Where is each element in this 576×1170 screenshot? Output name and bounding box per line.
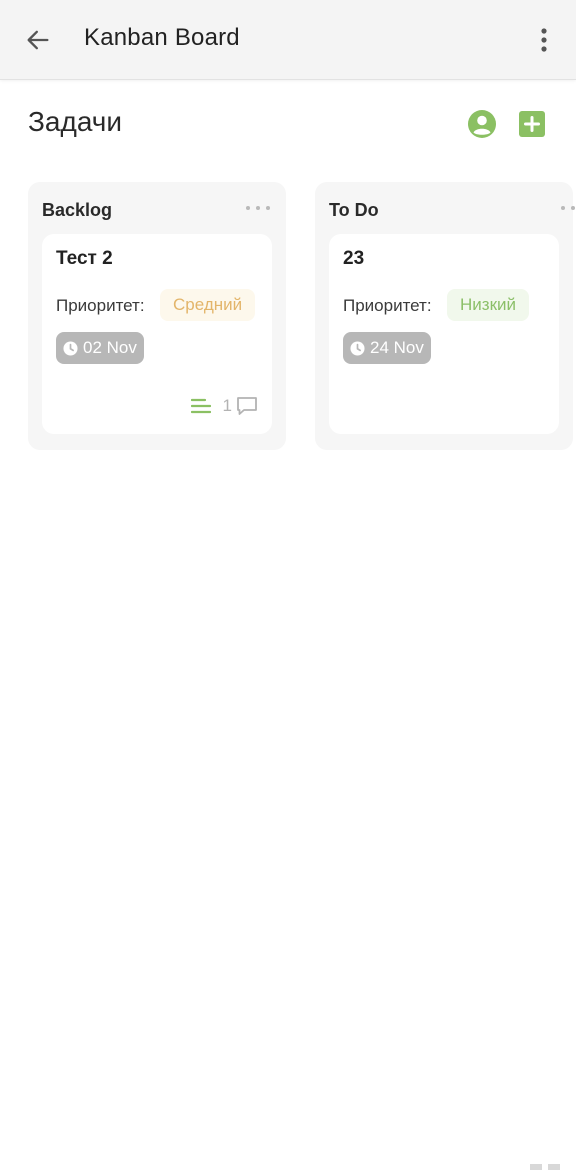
plus-square-icon [519, 111, 545, 137]
more-horizontal-icon [571, 206, 575, 210]
assignee-filter-button[interactable] [466, 108, 498, 140]
task-card[interactable]: Тест 2 Приоритет: Средний 02 Nov 1 [42, 234, 272, 434]
corner-mark [530, 1164, 560, 1170]
more-horizontal-icon [246, 206, 250, 210]
kanban-board[interactable]: Backlog Тест 2 Приоритет: Средний 02 Nov… [0, 182, 576, 462]
task-title: Тест 2 [56, 248, 113, 269]
column-title: To Do [329, 200, 379, 220]
task-card[interactable]: 23 Приоритет: Низкий 24 Nov [329, 234, 559, 434]
clock-icon [350, 340, 365, 356]
column-todo: To Do 23 Приоритет: Низкий 24 Nov [315, 182, 576, 450]
comments-count-text: 1 [222, 396, 232, 415]
due-date-chip: 02 Nov [56, 332, 144, 364]
overflow-menu-button[interactable] [526, 20, 562, 60]
priority-label: Приоритет: [56, 296, 145, 315]
due-date-text: 02 Nov [83, 338, 137, 357]
priority-label: Приоритет: [343, 296, 432, 315]
back-button[interactable] [18, 20, 58, 60]
comment-icon [237, 397, 257, 415]
app-title: Kanban Board [84, 24, 240, 51]
priority-badge: Низкий [447, 289, 529, 321]
corner-mark-segment [530, 1164, 542, 1170]
page-title: Задачи [28, 106, 123, 137]
due-date-text: 24 Nov [370, 338, 424, 357]
card-footer: 1 [190, 396, 258, 416]
lines-icon [190, 398, 211, 414]
corner-mark-segment [548, 1164, 560, 1170]
column-menu-button[interactable] [561, 200, 576, 216]
app-bar: Kanban Board [0, 0, 576, 80]
comments-count: 1 [223, 396, 258, 416]
user-circle-icon [468, 110, 496, 138]
add-task-button[interactable] [516, 108, 548, 140]
due-date-chip: 24 Nov [343, 332, 431, 364]
task-title: 23 [343, 248, 365, 269]
more-vertical-icon [541, 28, 547, 52]
priority-badge: Средний [160, 289, 256, 321]
more-horizontal-icon [561, 206, 565, 210]
more-horizontal-icon [256, 206, 260, 210]
column-menu-button[interactable] [246, 200, 270, 216]
column-title: Backlog [42, 200, 113, 220]
column-backlog: Backlog Тест 2 Приоритет: Средний 02 Nov… [28, 182, 286, 450]
more-horizontal-icon [266, 206, 270, 210]
arrow-left-icon [27, 30, 49, 50]
clock-icon [63, 340, 78, 356]
